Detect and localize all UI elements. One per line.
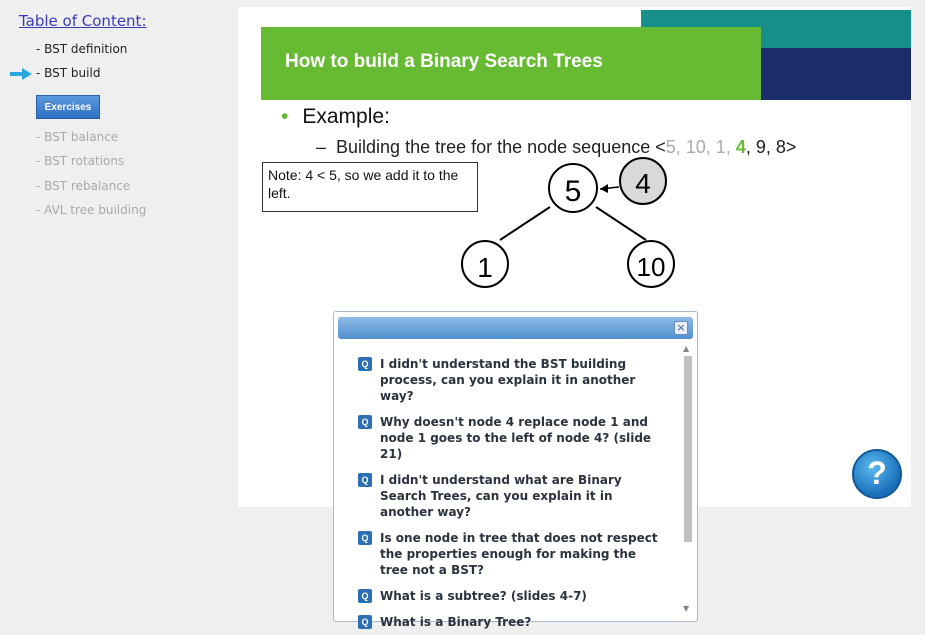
question-item[interactable]: Q Why doesn't node 4 replace node 1 and … xyxy=(358,414,663,462)
node-10-label: 10 xyxy=(637,252,666,282)
question-icon: Q xyxy=(358,415,372,429)
question-text: What is a Binary Tree? xyxy=(380,615,532,629)
exercises-button[interactable]: Exercises xyxy=(36,95,100,119)
question-text: Why doesn't node 4 replace node 1 and no… xyxy=(380,415,652,461)
question-text: Is one node in tree that does not respec… xyxy=(380,531,658,577)
question-item[interactable]: Q What is a Binary Tree? xyxy=(358,614,663,630)
edge-5-10 xyxy=(595,206,647,241)
question-icon: Q xyxy=(358,473,372,487)
question-item[interactable]: Q I didn't understand the BST building p… xyxy=(358,356,663,404)
node-4-label: 4 xyxy=(635,168,651,199)
question-icon: Q xyxy=(358,615,372,629)
toc-item-bst-definition[interactable]: - BST definition xyxy=(36,42,127,56)
scroll-down-icon[interactable]: ▼ xyxy=(683,604,689,613)
node-1-label: 1 xyxy=(477,252,493,283)
arrow-head-icon xyxy=(600,184,608,193)
dialog-title-bar[interactable]: × xyxy=(338,317,693,339)
question-text: I didn't understand what are Binary Sear… xyxy=(380,473,622,519)
toc-item-bst-rotations[interactable]: - BST rotations xyxy=(36,154,124,168)
question-item[interactable]: Q Is one node in tree that does not resp… xyxy=(358,530,663,578)
toc-item-avl-tree-building[interactable]: - AVL tree building xyxy=(36,203,146,217)
help-icon[interactable]: ? xyxy=(852,449,902,499)
sidebar: Table of Content: - BST definition - BST… xyxy=(0,0,238,635)
toc-title[interactable]: Table of Content: xyxy=(19,12,147,30)
toc-item-bst-rebalance[interactable]: - BST rebalance xyxy=(36,179,130,193)
question-icon: Q xyxy=(358,357,372,371)
toc-item-bst-balance[interactable]: - BST balance xyxy=(36,130,118,144)
question-icon: Q xyxy=(358,531,372,545)
question-icon: Q xyxy=(358,589,372,603)
questions-dialog: × Q I didn't understand the BST building… xyxy=(333,311,698,629)
question-item[interactable]: Q What is a subtree? (slides 4-7) xyxy=(358,588,663,604)
scrollbar-thumb[interactable] xyxy=(684,356,692,542)
question-text: What is a subtree? (slides 4-7) xyxy=(380,589,587,603)
arrow-right-icon xyxy=(10,68,32,80)
scroll-up-icon[interactable]: ▲ xyxy=(683,344,689,353)
question-item[interactable]: Q I didn't understand what are Binary Se… xyxy=(358,472,663,520)
toc-item-bst-build[interactable]: - BST build xyxy=(36,66,100,80)
edge-5-1 xyxy=(499,206,551,241)
close-icon[interactable]: × xyxy=(674,321,688,335)
node-5-label: 5 xyxy=(565,175,582,208)
question-list: Q I didn't understand the BST building p… xyxy=(358,356,663,630)
question-text: I didn't understand the BST building pro… xyxy=(380,357,636,403)
